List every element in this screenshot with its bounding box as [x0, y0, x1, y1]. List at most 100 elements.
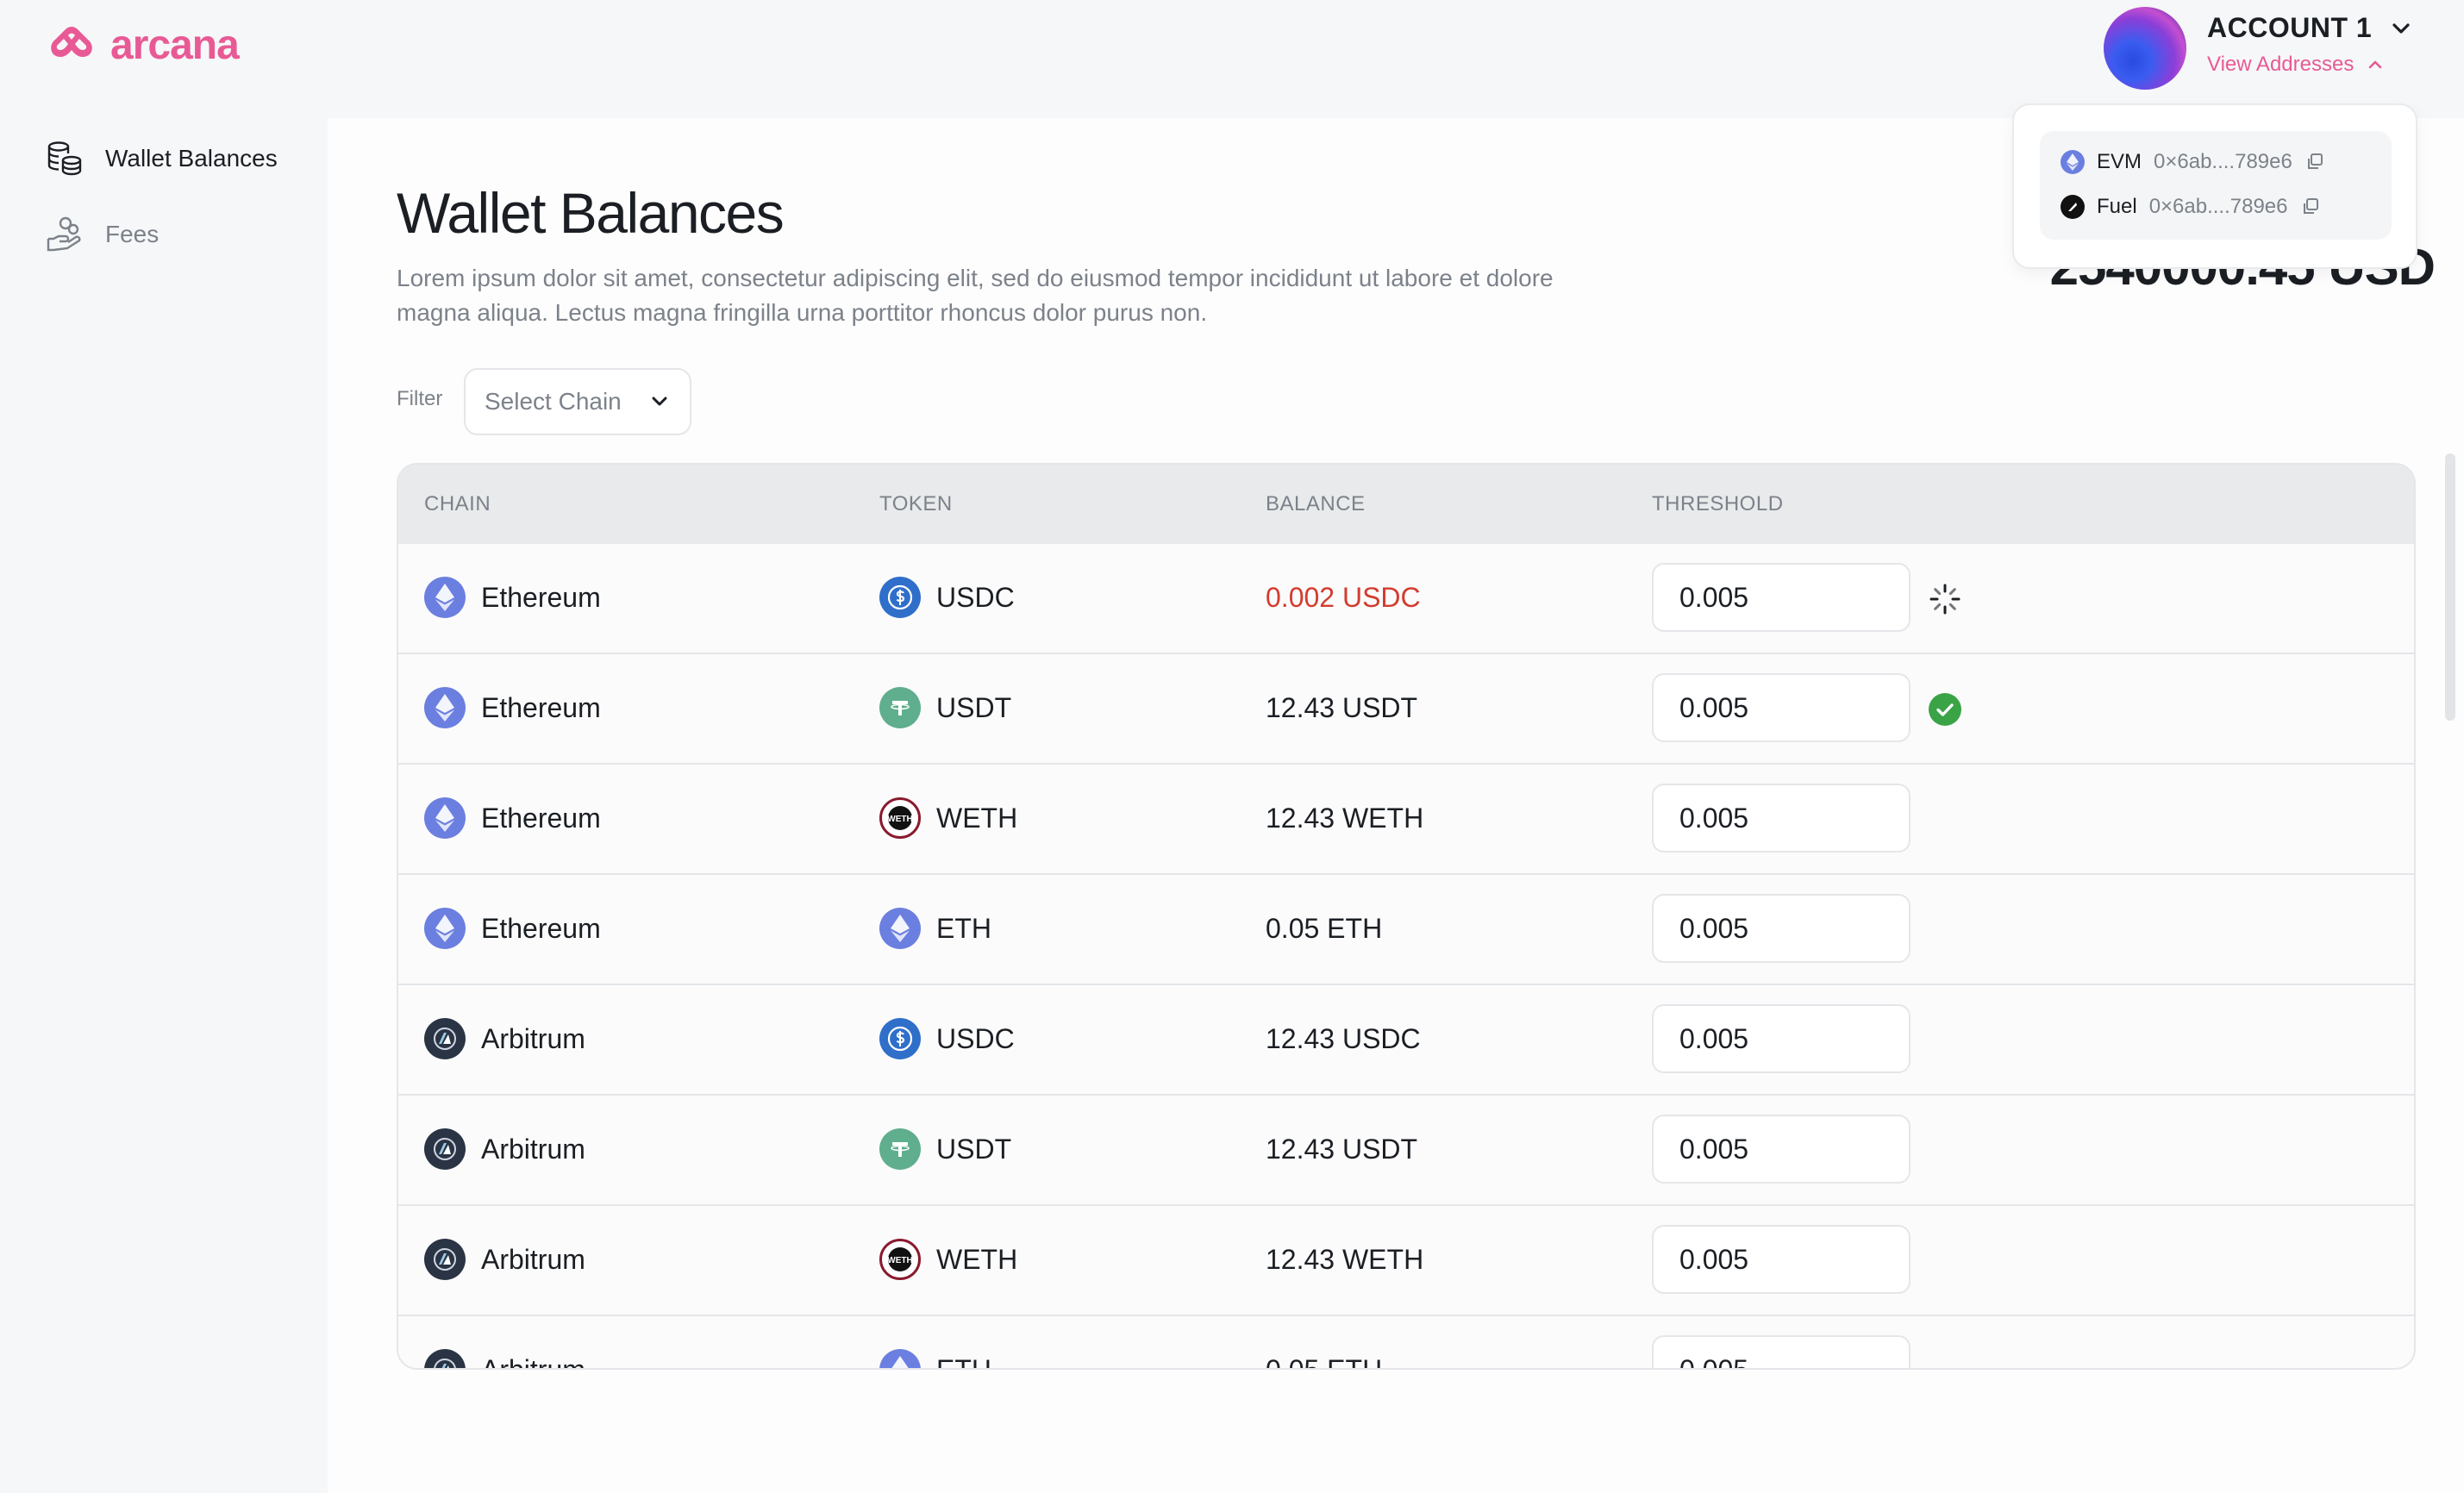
account-info: ACCOUNT 1 View Addresses — [2207, 7, 2413, 77]
chain-select-placeholder: Select Chain — [485, 388, 622, 415]
table-row: Arbitrum USDT 12.43 USDT 0.005 — [398, 1094, 2414, 1204]
addresses-popover: EVM 0×6ab....789e6 Fuel 0×6ab....789e6 — [2012, 103, 2417, 269]
token-name: USDT — [936, 1133, 1012, 1165]
usdt-icon — [879, 1128, 921, 1170]
token-cell: USDT — [879, 1096, 1011, 1203]
chain-cell: Ethereum — [424, 654, 601, 761]
eth-icon — [879, 908, 921, 949]
threshold-input[interactable]: 0.005 — [1652, 1004, 1911, 1073]
chain-cell: Arbitrum — [424, 1206, 585, 1313]
address-chain: EVM — [2097, 150, 2142, 173]
copy-icon[interactable] — [2300, 197, 2321, 217]
sidebar: Wallet Balances Fees — [0, 121, 328, 272]
arbitrum-icon — [424, 1128, 466, 1170]
main-panel: Wallet Balances Lorem ipsum dolor sit am… — [328, 118, 2464, 1493]
balance-cell: 0.002 USDC — [1266, 544, 1421, 651]
address-chain: Fuel — [2097, 195, 2137, 218]
table-row: Ethereum USDT 12.43 USDT 0.005 — [398, 653, 2414, 763]
chain-name: Ethereum — [481, 912, 601, 944]
token-cell: ETH — [879, 875, 991, 982]
sidebar-item-wallet-balances[interactable]: Wallet Balances — [0, 121, 328, 197]
chain-cell: Arbitrum — [424, 1096, 585, 1203]
usdt-icon — [879, 687, 921, 728]
table-row: Ethereum USDC 0.002 USDC 0.005 — [398, 544, 2414, 653]
chain-select[interactable]: Select Chain — [464, 368, 691, 435]
page-title: Wallet Balances — [397, 181, 785, 245]
scrollbar[interactable] — [2445, 453, 2455, 721]
table-body: Ethereum USDC 0.002 USDC 0.005 Ethereum USDT 1… — [398, 544, 2414, 1370]
svg-text:WETH: WETH — [887, 1256, 912, 1265]
threshold-cell: 0.005 — [1652, 985, 1911, 1092]
copy-icon[interactable] — [2305, 152, 2325, 172]
account-name-row[interactable]: ACCOUNT 1 — [2207, 12, 2413, 44]
balance-value: 0.05 ETH — [1266, 1353, 1383, 1370]
token-name: WETH — [936, 802, 1018, 834]
threshold-input[interactable]: 0.005 — [1652, 784, 1911, 853]
threshold-cell: 0.005 — [1652, 875, 1911, 982]
threshold-cell: 0.005 — [1652, 654, 1911, 761]
token-cell: USDT — [879, 654, 1011, 761]
threshold-input[interactable]: 0.005 — [1652, 1225, 1911, 1294]
brand-name: arcana — [110, 22, 240, 68]
token-name: WETH — [936, 1243, 1018, 1275]
balance-cell: 0.05 ETH — [1266, 875, 1382, 982]
balance-cell: 0.05 ETH — [1266, 1316, 1383, 1370]
arbitrum-icon — [424, 1018, 466, 1059]
balance-cell: 12.43 WETH — [1266, 1206, 1423, 1313]
addresses-list: EVM 0×6ab....789e6 Fuel 0×6ab....789e6 — [2040, 131, 2392, 240]
ethereum-icon — [424, 687, 466, 728]
balance-cell: 12.43 WETH — [1266, 765, 1423, 871]
chevron-down-icon[interactable] — [2389, 16, 2413, 41]
token-name: ETH — [936, 912, 991, 944]
view-addresses-link[interactable]: View Addresses — [2207, 53, 2413, 77]
balance-value: 12.43 USDT — [1266, 691, 1418, 723]
table-row: Arbitrum WETH WETH 12.43 WETH 0.005 — [398, 1204, 2414, 1315]
threshold-cell: 0.005 — [1652, 765, 1911, 871]
chain-name: Arbitrum — [481, 1133, 585, 1165]
header-chain: CHAIN — [424, 492, 491, 515]
ethereum-icon — [424, 577, 466, 618]
table-header: CHAIN TOKEN BALANCE THRESHOLD — [398, 465, 2414, 544]
account-menu[interactable]: ACCOUNT 1 View Addresses — [2104, 7, 2413, 90]
weth-icon: WETH — [879, 797, 921, 839]
chain-cell: Ethereum — [424, 875, 601, 982]
token-name: USDC — [936, 1022, 1015, 1054]
filter-label: Filter — [397, 387, 443, 410]
balance-value: 0.05 ETH — [1266, 912, 1383, 944]
arcana-logo[interactable]: arcana — [43, 21, 240, 69]
chain-cell: Arbitrum — [424, 1316, 585, 1368]
threshold-input[interactable]: 0.005 — [1652, 1115, 1911, 1184]
chevron-down-icon — [652, 397, 667, 406]
address-value: 0×6ab....789e6 — [2154, 150, 2292, 173]
chain-name: Ethereum — [481, 581, 601, 613]
header-threshold: THRESHOLD — [1652, 492, 1784, 515]
arbitrum-icon — [424, 1349, 466, 1368]
threshold-cell: 0.005 — [1652, 1316, 1911, 1368]
token-cell: USDC — [879, 985, 1015, 1092]
chain-cell: Ethereum — [424, 544, 601, 651]
sidebar-item-label: Fees — [105, 221, 159, 247]
check-circle-icon — [1929, 693, 1961, 726]
balance-cell: 12.43 USDT — [1266, 1096, 1417, 1203]
threshold-cell: 0.005 — [1652, 544, 1911, 651]
avatar[interactable] — [2104, 7, 2186, 90]
token-name: USDT — [936, 691, 1012, 723]
ethereum-icon — [424, 797, 466, 839]
sidebar-item-fees[interactable]: Fees — [0, 197, 328, 272]
header-balance: BALANCE — [1266, 492, 1366, 515]
threshold-input[interactable]: 0.005 — [1652, 894, 1911, 963]
address-row-evm: EVM 0×6ab....789e6 — [2061, 150, 2325, 174]
coins-icon — [47, 141, 82, 176]
usdc-icon — [879, 1018, 921, 1059]
balance-cell: 12.43 USDC — [1266, 985, 1421, 1092]
threshold-input[interactable]: 0.005 — [1652, 673, 1911, 742]
threshold-input[interactable]: 0.005 — [1652, 1335, 1911, 1368]
chevron-up-icon — [2369, 60, 2382, 69]
chain-name: Ethereum — [481, 802, 601, 834]
chain-name: Ethereum — [481, 691, 601, 723]
chain-name: Arbitrum — [481, 1022, 585, 1054]
arcana-logo-icon — [51, 27, 92, 57]
arbitrum-icon — [424, 1239, 466, 1280]
balance-value: 12.43 USDC — [1266, 1022, 1421, 1054]
threshold-input[interactable]: 0.005 — [1652, 563, 1911, 632]
